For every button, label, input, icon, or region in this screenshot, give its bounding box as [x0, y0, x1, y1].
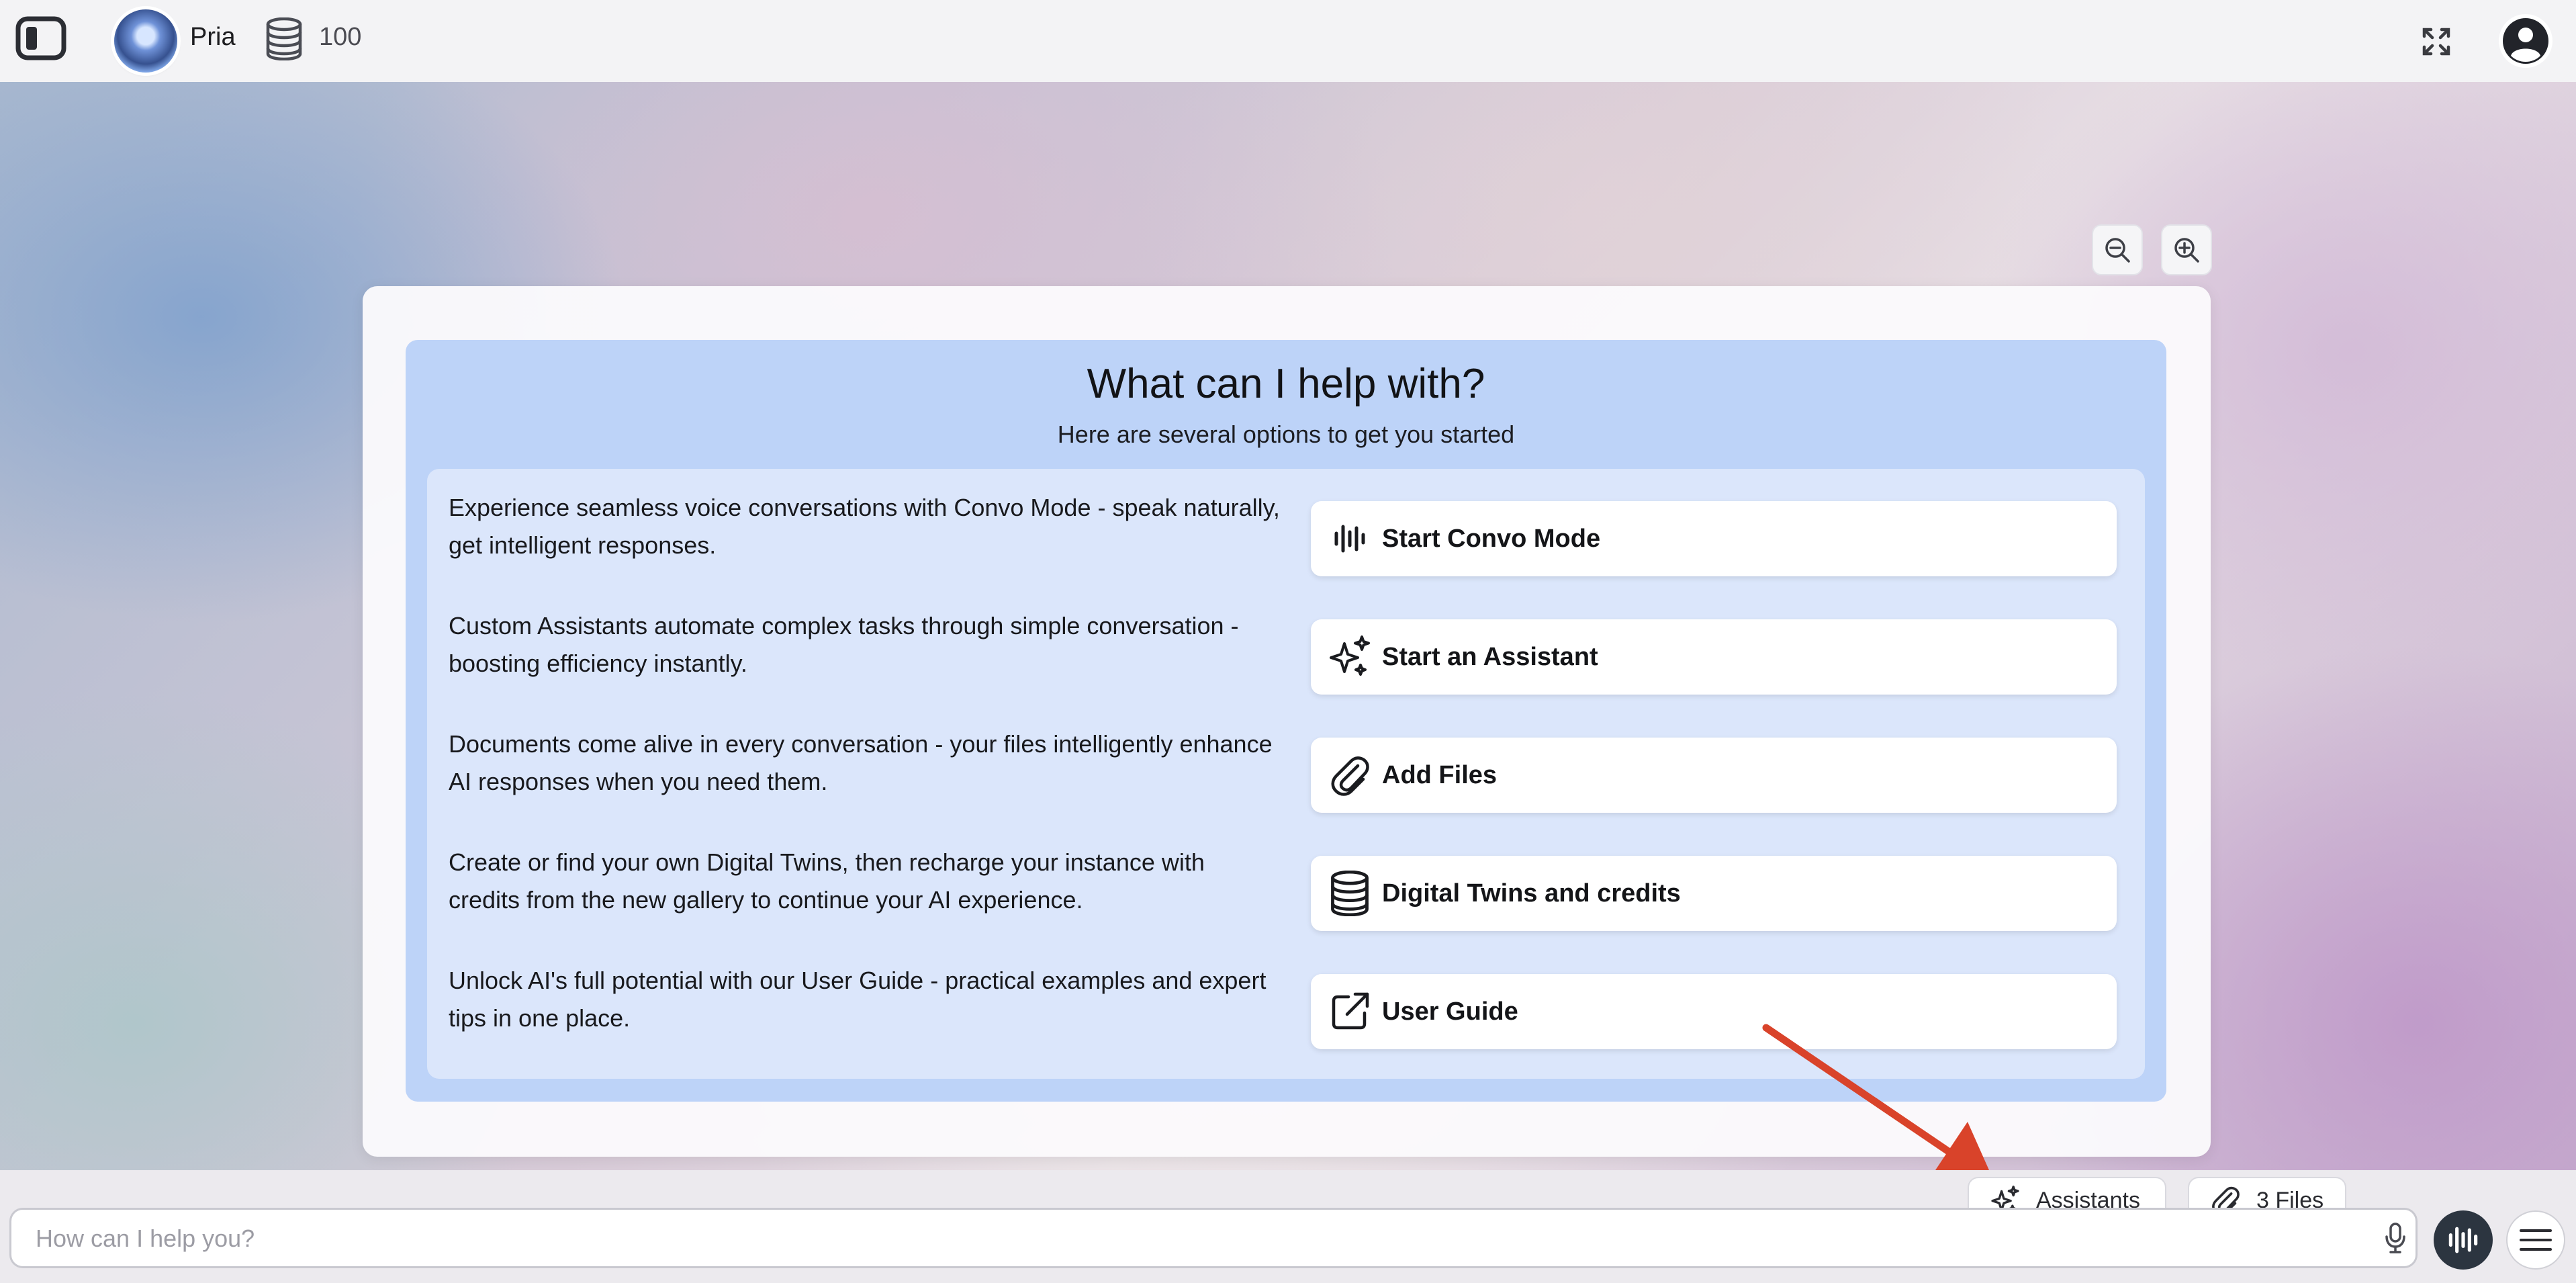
option-description: Create or find your own Digital Twins, t… [449, 848, 1205, 914]
fullscreen-button[interactable] [2418, 23, 2455, 60]
options-list: Experience seamless voice conversations … [427, 469, 2145, 1079]
welcome-title: What can I help with? [1087, 361, 1485, 407]
welcome-subtitle: Here are several options to get you star… [1057, 421, 1515, 448]
fullscreen-icon [2422, 28, 2450, 56]
voice-mode-button[interactable] [2434, 1210, 2493, 1270]
microphone-icon [2385, 1223, 2405, 1253]
option-button-label: Digital Twins and credits [1382, 879, 1681, 908]
start-convo-mode-button[interactable]: Start Convo Mode [1311, 501, 2117, 576]
sparkles-icon [1324, 631, 1375, 682]
option-description: Custom Assistants automate complex tasks… [449, 612, 1239, 677]
digital-twins-credits-button[interactable]: Digital Twins and credits [1311, 856, 2117, 931]
top-bar: Pria 100 [0, 0, 2576, 83]
add-files-button[interactable]: Add Files [1311, 738, 2117, 813]
sidebar-toggle-icon [15, 16, 66, 60]
waveform-icon [2448, 1227, 2478, 1253]
zoom-in-button[interactable] [2161, 224, 2212, 275]
option-description: Experience seamless voice conversations … [449, 494, 1280, 559]
welcome-panel: What can I help with? Here are several o… [406, 340, 2166, 1102]
background-image: What can I help with? Here are several o… [0, 82, 2576, 1170]
user-circle-icon [2499, 14, 2552, 68]
option-button-label: Start an Assistant [1382, 642, 1598, 671]
external-link-icon [1324, 986, 1375, 1037]
waveform-icon [1324, 513, 1375, 564]
start-assistant-button[interactable]: Start an Assistant [1311, 619, 2117, 695]
zoom-out-button[interactable] [2092, 224, 2143, 275]
option-button-label: Start Convo Mode [1382, 524, 1601, 553]
option-button-label: Add Files [1382, 760, 1498, 789]
option-button-label: User Guide [1382, 997, 1518, 1026]
credits-count: 100 [319, 23, 362, 51]
chat-input[interactable] [34, 1218, 2334, 1259]
user-name: Pria [190, 23, 236, 51]
profile-button[interactable] [2497, 12, 2555, 70]
sidebar-toggle-button[interactable] [15, 15, 67, 62]
option-description: Documents come alive in every conversati… [449, 730, 1273, 795]
menu-button[interactable] [2506, 1210, 2565, 1270]
zoom-in-icon [2174, 238, 2199, 263]
hamburger-menu-icon [2520, 1229, 2552, 1251]
annotation-arrow [1762, 1024, 1994, 1182]
zoom-out-icon [2105, 238, 2130, 263]
chat-input-box [9, 1208, 2418, 1268]
database-icon [263, 16, 305, 62]
avatar[interactable] [114, 9, 177, 73]
microphone-button[interactable] [2377, 1218, 2414, 1258]
option-description: Unlock AI's full potential with our User… [449, 967, 1267, 1032]
database-icon [1324, 868, 1375, 919]
paperclip-icon [1324, 750, 1375, 801]
